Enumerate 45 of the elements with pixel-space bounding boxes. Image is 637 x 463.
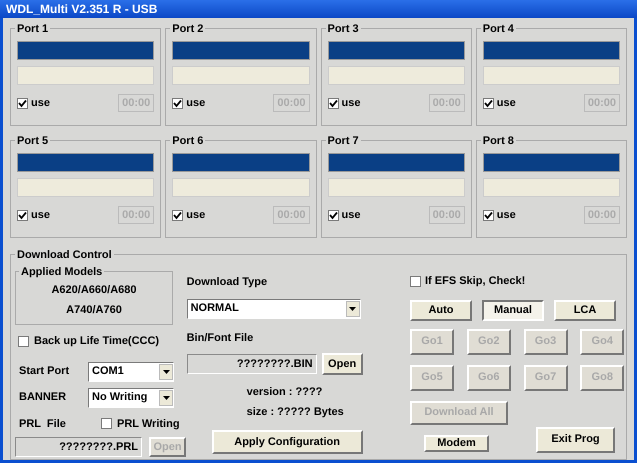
model-list: A620/A660/A680 xyxy=(51,282,136,298)
checkbox-label: use xyxy=(496,208,517,223)
field-label: BANNER xyxy=(18,390,68,406)
field-label: Bin/Font File xyxy=(186,330,254,346)
field-label: PRL File xyxy=(18,416,67,432)
modem-button[interactable]: Modem xyxy=(424,434,489,452)
checkbox-label: If EFS Skip, Check! xyxy=(425,274,526,289)
exit-button[interactable]: Exit Prog xyxy=(536,426,615,452)
checkbox[interactable] xyxy=(17,98,28,108)
checkbox-label: PRL Writing xyxy=(117,416,180,432)
bin-file-field: ????????.BIN xyxy=(186,354,317,374)
banner-dropdown[interactable]: No Writing xyxy=(88,388,174,408)
checkbox[interactable] xyxy=(328,98,338,108)
checkbox[interactable] xyxy=(18,336,29,347)
checkbox-label: Back up Life Time(CCC) xyxy=(34,334,160,349)
start-port-dropdown[interactable]: COM1 xyxy=(88,362,174,382)
checkbox-label: use xyxy=(186,96,206,111)
checkbox-label: use xyxy=(186,208,206,223)
checkbox-label: use xyxy=(342,96,362,111)
checkbox-label: use xyxy=(31,208,51,223)
download-type-dropdown[interactable]: NORMAL xyxy=(186,298,361,318)
apply-configuration-button[interactable]: Apply Configuration xyxy=(212,430,363,454)
checkbox-label: use xyxy=(31,96,51,111)
field-label: Start Port xyxy=(18,364,70,380)
field-label: Download Type xyxy=(186,275,268,290)
mode-button[interactable]: LCA xyxy=(554,300,616,320)
checkbox[interactable] xyxy=(410,276,421,287)
mode-button[interactable]: Auto xyxy=(410,300,472,320)
checkbox[interactable] xyxy=(482,98,494,108)
checkbox[interactable] xyxy=(101,418,112,430)
checkbox-label: use xyxy=(496,96,517,111)
checkbox[interactable] xyxy=(482,210,494,220)
group-title: Applied Models xyxy=(19,264,104,280)
open-button[interactable]: Open xyxy=(322,353,363,375)
mode-button[interactable]: Manual xyxy=(482,300,544,320)
size-text: size : ????? Bytes xyxy=(246,404,345,420)
checkbox-label: use xyxy=(342,208,362,223)
checkbox[interactable] xyxy=(172,210,184,220)
version-text: version : ???? xyxy=(246,385,324,400)
checkbox[interactable] xyxy=(17,210,28,220)
window-title: WDL_Multi V2.351 R - USB xyxy=(6,1,158,18)
checkbox[interactable] xyxy=(172,98,184,108)
model-list: A740/A760 xyxy=(66,302,122,318)
checkbox[interactable] xyxy=(328,210,338,220)
prl-file-field: ????????.PRL xyxy=(15,437,142,457)
